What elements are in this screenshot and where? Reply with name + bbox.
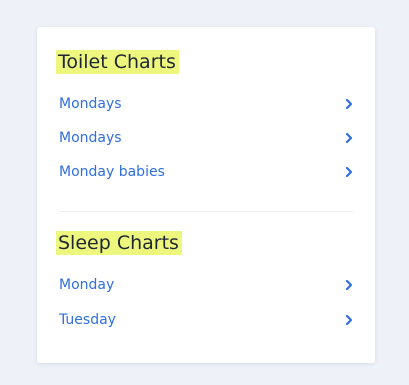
chevron-right-icon: [342, 164, 356, 180]
chevron-right-icon: [342, 96, 356, 112]
chevron-right-icon: [342, 312, 356, 328]
sleep-chart-item-monday[interactable]: Monday: [59, 273, 356, 297]
toilet-chart-item-mondays-1[interactable]: Mondays: [59, 92, 356, 116]
item-label: Monday: [59, 277, 115, 293]
sleep-charts-heading: Sleep Charts: [56, 231, 182, 255]
chevron-right-icon: [342, 130, 356, 146]
sleep-chart-item-tuesday[interactable]: Tuesday: [59, 308, 356, 332]
toilet-chart-item-mondays-2[interactable]: Mondays: [59, 126, 356, 150]
charts-card: Toilet Charts Mondays Mondays Monday bab…: [37, 27, 375, 363]
chevron-right-icon: [342, 277, 356, 293]
item-label: Mondays: [59, 96, 122, 112]
toilet-chart-item-monday-babies[interactable]: Monday babies: [59, 160, 356, 184]
item-label: Tuesday: [59, 312, 116, 328]
toilet-charts-heading: Toilet Charts: [56, 50, 179, 74]
section-divider: [59, 211, 353, 212]
item-label: Monday babies: [59, 164, 165, 180]
item-label: Mondays: [59, 130, 122, 146]
